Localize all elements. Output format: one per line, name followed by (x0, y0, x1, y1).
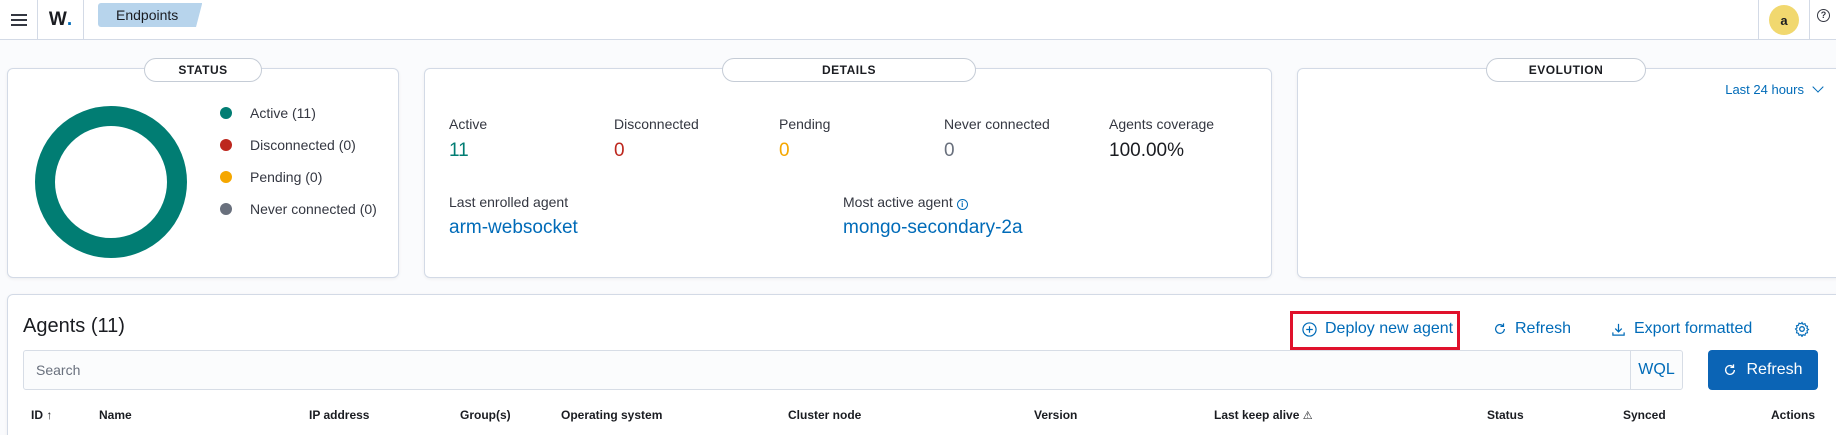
time-range-selector[interactable]: Last 24 hours (1725, 81, 1824, 97)
refresh-link-button[interactable]: Refresh (1493, 315, 1571, 343)
never-connected-dot-icon (220, 203, 232, 215)
column-header-actions: Actions (1771, 408, 1816, 422)
legend-disconnected: Disconnected (0) (220, 137, 356, 153)
table-settings-button[interactable] (1794, 315, 1818, 343)
download-icon (1612, 323, 1625, 336)
stat-never-connected-value[interactable]: 0 (944, 140, 955, 162)
evolution-panel-title: EVOLUTION (1486, 58, 1646, 82)
help-icon[interactable]: ? (1817, 9, 1830, 22)
refresh-primary-button[interactable]: Refresh (1708, 350, 1818, 390)
details-panel: DETAILS Active 11 Disconnected 0 Pending… (424, 58, 1272, 278)
column-header-id[interactable]: ID ↑ (31, 408, 52, 422)
last-enrolled-label: Last enrolled agent (449, 194, 569, 210)
column-header-operating-system[interactable]: Operating system (561, 408, 662, 422)
status-panel: STATUS Active (11) Disconnected (0) Pend… (7, 58, 399, 278)
app-logo[interactable]: W. (38, 0, 84, 40)
deploy-new-agent-button[interactable]: Deploy new agent (1302, 315, 1453, 343)
top-bar: W. Endpoints a ? (0, 0, 1836, 40)
export-formatted-button[interactable]: Export formatted (1611, 315, 1752, 343)
status-donut-chart (35, 106, 187, 258)
stat-never-connected-label: Never connected (944, 116, 1050, 132)
stat-active-value[interactable]: 11 (449, 140, 469, 162)
stat-pending-value[interactable]: 0 (779, 140, 790, 162)
column-header-status[interactable]: Status (1487, 408, 1524, 422)
stat-coverage-value: 100.00% (1109, 140, 1185, 161)
hamburger-menu-button[interactable] (0, 0, 38, 40)
agents-title: Agents (11) (23, 315, 125, 337)
legend-active: Active (11) (220, 105, 316, 121)
avatar[interactable]: a (1769, 5, 1799, 35)
details-panel-title: DETAILS (722, 58, 976, 82)
refresh-icon (1725, 364, 1736, 375)
evolution-panel: EVOLUTION Last 24 hours (1297, 58, 1836, 278)
wql-toggle-button[interactable]: WQL (1630, 351, 1682, 389)
stat-disconnected-label: Disconnected (614, 116, 699, 132)
sort-ascending-icon: ↑ (46, 408, 53, 422)
stat-active-label: Active (449, 116, 488, 132)
column-header-version[interactable]: Version (1034, 408, 1077, 422)
search-input[interactable] (36, 351, 1636, 389)
warning-icon: ⚠ (1302, 410, 1313, 422)
column-header-cluster-node[interactable]: Cluster node (788, 408, 861, 422)
column-header-name[interactable]: Name (99, 408, 132, 422)
column-header-groups[interactable]: Group(s) (460, 408, 511, 422)
search-bar: WQL (23, 350, 1683, 390)
most-active-agent-link[interactable]: mongo-secondary-2a (843, 217, 1023, 239)
breadcrumb-endpoints[interactable]: Endpoints (98, 3, 203, 27)
pending-dot-icon (220, 171, 232, 183)
column-header-last-keep-alive[interactable]: Last keep alive ⚠ (1214, 408, 1313, 422)
status-panel-title: STATUS (144, 58, 262, 82)
stat-pending-label: Pending (779, 116, 831, 132)
column-header-ip-address[interactable]: IP address (309, 408, 369, 422)
column-header-synced[interactable]: Synced (1623, 408, 1666, 422)
legend-never-connected: Never connected (0) (220, 201, 377, 217)
plus-circle-icon (1302, 321, 1317, 337)
last-enrolled-agent-link[interactable]: arm-websocket (449, 217, 578, 239)
refresh-icon (1495, 323, 1505, 334)
gear-icon (1794, 321, 1810, 337)
legend-pending: Pending (0) (220, 169, 322, 185)
stat-coverage-label: Agents coverage (1109, 116, 1215, 132)
stat-disconnected-value[interactable]: 0 (614, 140, 625, 162)
active-dot-icon (220, 107, 232, 119)
most-active-label: Most active agent i (843, 194, 968, 210)
info-icon[interactable]: i (956, 199, 968, 210)
user-menu[interactable]: a (1758, 0, 1810, 40)
menu-icon (10, 14, 27, 26)
disconnected-dot-icon (220, 139, 232, 151)
chevron-down-icon (1812, 81, 1824, 93)
